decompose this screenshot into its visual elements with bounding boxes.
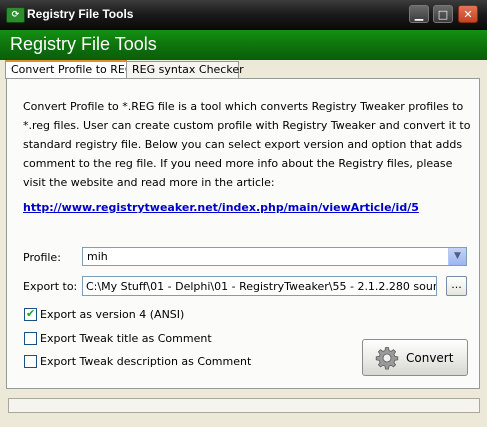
profile-label: Profile: <box>23 251 61 264</box>
profile-select[interactable]: mih ▼ <box>82 247 467 266</box>
export-path-input[interactable]: C:\My Stuff\01 - Delphi\01 - RegistryTwe… <box>82 276 437 296</box>
checkmark-icon: ✔ <box>26 307 36 320</box>
header-banner: Registry File Tools <box>0 30 487 60</box>
profile-value: mih <box>87 250 108 263</box>
tab-panel: Convert Profile to *.REG file is a tool … <box>6 78 480 389</box>
gear-icon <box>375 347 399 370</box>
maximize-button[interactable]: □ <box>433 5 453 23</box>
export-label: Export to: <box>23 280 78 293</box>
status-bar <box>8 398 480 413</box>
description-text: Convert Profile to *.REG file is a tool … <box>23 100 471 189</box>
tab-reg-syntax-checker[interactable]: REG syntax Checker <box>126 61 244 78</box>
export-description-checkbox[interactable] <box>24 355 37 368</box>
export-description-label[interactable]: Export Tweak description as Comment <box>40 355 251 368</box>
close-button[interactable]: ✕ <box>458 5 478 23</box>
export-title-label[interactable]: Export Tweak title as Comment <box>40 332 212 345</box>
convert-label: Convert <box>406 351 454 365</box>
banner-title: Registry File Tools <box>10 34 157 54</box>
export-path-value: C:\My Stuff\01 - Delphi\01 - RegistryTwe… <box>86 280 437 293</box>
tab-convert-profile[interactable]: Convert Profile to REG <box>5 60 133 79</box>
convert-button[interactable]: Convert <box>362 339 468 376</box>
chevron-down-icon[interactable]: ▼ <box>448 248 466 265</box>
registry-tools-icon: ⟳ <box>6 7 25 23</box>
export-title-checkbox[interactable] <box>24 332 37 345</box>
browse-button[interactable]: ... <box>446 276 467 296</box>
export-ansi-checkbox[interactable]: ✔ <box>24 307 37 321</box>
minimize-button[interactable]: ▁ <box>409 5 429 23</box>
app-window: ⟳ Registry File Tools ▁ □ ✕ Registry Fil… <box>0 0 487 427</box>
window-title: Registry File Tools <box>27 7 134 21</box>
article-link[interactable]: http://www.registrytweaker.net/index.php… <box>23 201 419 214</box>
export-ansi-label[interactable]: Export as version 4 (ANSI) <box>40 308 184 321</box>
title-bar[interactable]: ⟳ Registry File Tools ▁ □ ✕ <box>0 0 487 30</box>
